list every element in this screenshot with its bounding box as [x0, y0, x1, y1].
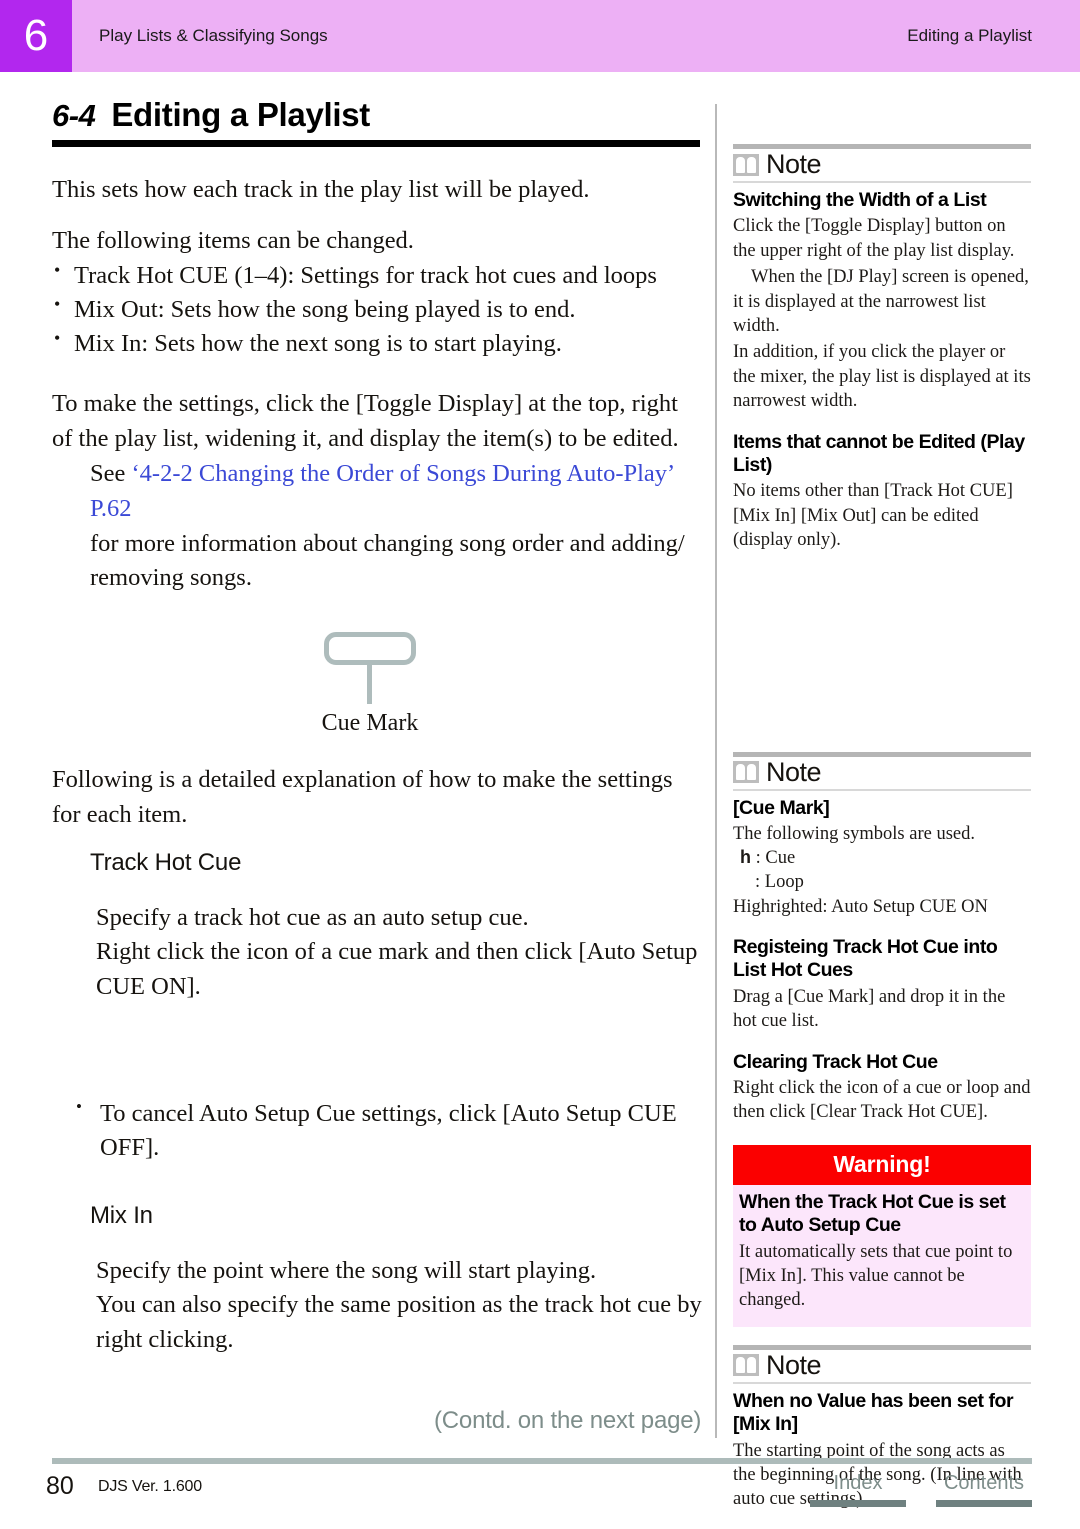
- symbol-row-cue: h : Cue: [733, 846, 1031, 870]
- section-name: Editing a Playlist: [111, 96, 370, 133]
- note-header: Note: [733, 757, 1031, 791]
- note-section-heading: Items that cannot be Edited (Play List): [733, 430, 1025, 477]
- see-prefix: See: [90, 460, 132, 488]
- cue-mark-caption: Cue Mark: [321, 710, 419, 737]
- note-section-paragraph: When the [DJ Play] screen is opened, it …: [733, 267, 1029, 337]
- header-section-title: Editing a Playlist: [907, 26, 1032, 45]
- note-section-paragraph: The following symbols are used.: [733, 824, 975, 845]
- note-section-heading: Registeing Track Hot Cue into List Hot C…: [733, 935, 998, 982]
- footer-rule: [52, 1458, 1032, 1464]
- cue-mark-stem: [367, 665, 372, 705]
- cue-mark-head: [324, 632, 416, 666]
- note-label: Note: [766, 1349, 822, 1380]
- symbol-footnote: Highrighted: Auto Setup CUE ON: [733, 896, 988, 917]
- note-box-2: Note [Cue Mark] The following symbols ar…: [733, 751, 1031, 1125]
- note-section-paragraph: No items other than [Track Hot CUE] [Mix…: [733, 481, 1013, 551]
- cross-reference-paragraph: See ‘4-2-2 Changing the Order of Songs D…: [90, 457, 704, 527]
- note-section-heading: Switching the Width of a List: [733, 189, 987, 211]
- header-chapter-title: Play Lists & Classifying Songs: [99, 26, 328, 45]
- column-divider: [715, 104, 717, 1438]
- cue-symbol-text: : Cue: [755, 848, 796, 869]
- book-icon: [733, 1354, 759, 1377]
- detail-paragraph: Following is a detailed explanation of h…: [52, 766, 673, 828]
- items-lead: The following items can be changed.: [52, 226, 414, 254]
- cancel-auto-setup-bullet: To cancel Auto Setup Cue settings, click…: [74, 1095, 704, 1166]
- subheading-track-hot-cue: Track Hot Cue: [90, 848, 242, 876]
- note-label: Note: [766, 756, 822, 787]
- page-number: 80: [46, 1472, 74, 1500]
- list-item: Mix Out: Sets how the song being played …: [52, 292, 704, 327]
- list-item: Mix In: Sets how the next song is to sta…: [52, 326, 704, 361]
- title-rule: [52, 140, 700, 147]
- cross-reference-link[interactable]: ‘4-2-2 Changing the Order of Songs Durin…: [90, 460, 673, 522]
- index-link-underline: [810, 1500, 906, 1507]
- contents-link-label: Contents: [943, 1472, 1025, 1494]
- symbol-row-loop: : Loop: [733, 870, 1031, 894]
- note-section-paragraph: Right click the icon of a cue or loop an…: [733, 1077, 1031, 1123]
- list-item: Track Hot CUE (1–4): Settings for track …: [52, 258, 704, 293]
- note-section-paragraph: Drag a [Cue Mark] and drop it in the hot…: [733, 986, 1006, 1032]
- footer-nav: Index Contents: [810, 1472, 1032, 1507]
- note-label: Note: [766, 149, 822, 179]
- book-icon: [733, 761, 759, 784]
- track-hot-cue-line-1: Specify a track hot cue as an auto setup…: [96, 903, 529, 931]
- sidebar-column: Note Switching the Width of a List Click…: [733, 144, 1031, 1512]
- note-header: Note: [733, 1350, 1031, 1384]
- version-label: DJS Ver. 1.600: [98, 1478, 202, 1495]
- note-section-heading: [Cue Mark]: [733, 796, 830, 819]
- cross-reference-continuation: for more information about changing song…: [90, 529, 685, 592]
- warning-paragraph: It automatically sets that cue point to …: [739, 1241, 1013, 1311]
- cue-mark-icon: [324, 632, 416, 705]
- cue-symbol-glyph: h: [740, 847, 751, 868]
- note-section-paragraph: Click the [Toggle Display] button on the…: [733, 216, 1015, 261]
- settings-paragraph: To make the settings, click the [Toggle …: [52, 390, 679, 453]
- contents-link-underline: [936, 1500, 1032, 1507]
- contents-link[interactable]: Contents: [936, 1472, 1032, 1507]
- track-hot-cue-line-2: Right click the icon of a cue mark and t…: [96, 938, 698, 1001]
- page-header: 6 Play Lists & Classifying Songs Editing…: [0, 0, 1080, 72]
- warning-label: Warning!: [833, 1151, 931, 1178]
- page-title: 6-4 Editing a Playlist: [52, 96, 704, 134]
- warning-header: Warning!: [733, 1144, 1031, 1185]
- intro-paragraph: This sets how each track in the play lis…: [52, 176, 590, 203]
- chapter-number-tab: 6: [0, 0, 72, 72]
- continued-notice: (Contd. on the next page): [434, 1407, 702, 1434]
- book-icon: [733, 153, 759, 176]
- loop-symbol-text: : Loop: [755, 872, 804, 893]
- note-section-paragraph: In addition, if you click the player or …: [733, 342, 1031, 412]
- section-number: 6-4: [52, 98, 96, 133]
- cue-mark-figure: Cue Mark: [220, 632, 520, 737]
- mix-in-line-1: Specify the point where the song will st…: [96, 1256, 597, 1284]
- note-section-heading: Clearing Track Hot Cue: [733, 1050, 938, 1073]
- warning-body: When the Track Hot Cue is set to Auto Se…: [733, 1185, 1031, 1327]
- note-box-1: Note Switching the Width of a List Click…: [733, 144, 1031, 553]
- warning-heading: When the Track Hot Cue is set to Auto Se…: [739, 1190, 1006, 1237]
- index-link-label: Index: [833, 1472, 883, 1494]
- note-section-heading: When no Value has been set for [Mix In]: [733, 1389, 1014, 1436]
- subheading-mix-in: Mix In: [90, 1201, 153, 1229]
- warning-box: Warning! When the Track Hot Cue is set t…: [733, 1144, 1031, 1327]
- note-header: Note: [733, 149, 1031, 183]
- mix-in-line-2: You can also specify the same position a…: [96, 1291, 702, 1354]
- changeable-items-list: Track Hot CUE (1–4): Settings for track …: [52, 258, 704, 362]
- main-content-column: 6-4 Editing a Playlist This sets how eac…: [52, 96, 704, 1358]
- index-link[interactable]: Index: [810, 1472, 906, 1507]
